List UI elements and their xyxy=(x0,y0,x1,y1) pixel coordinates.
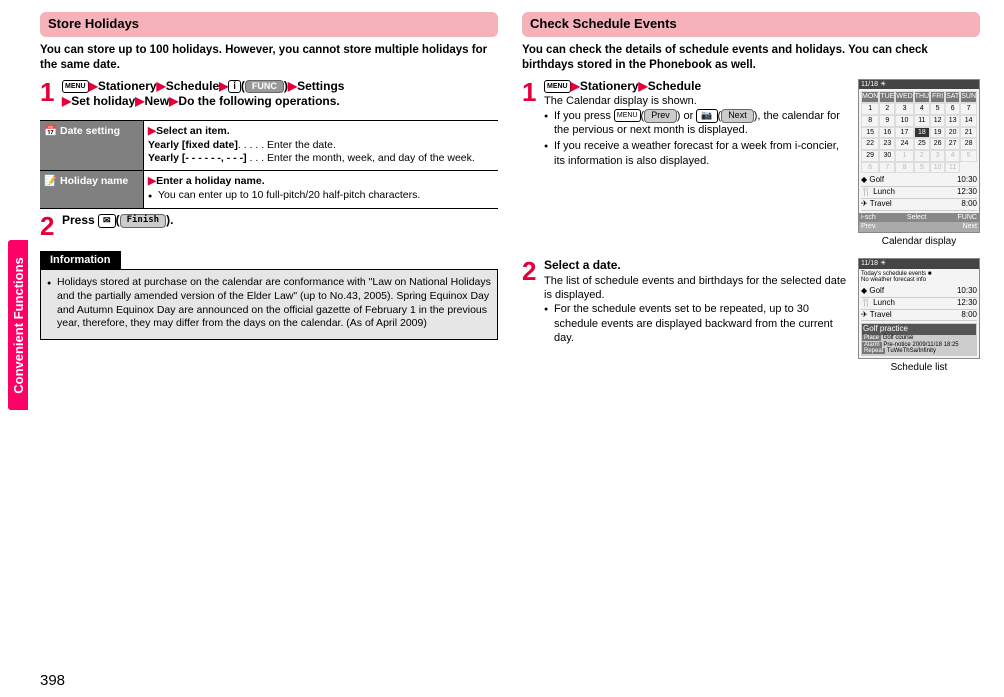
step-number: 2 xyxy=(40,213,58,239)
holiday-name-value: ▶Enter a holiday name. You can enter up … xyxy=(144,170,499,208)
step-1-body: MENU▶Stationery▶Schedule The Calendar di… xyxy=(544,79,850,170)
date-setting-label: 📅 Date setting xyxy=(40,120,144,170)
step-1: 1 MENU▶Stationery▶Schedule The Calendar … xyxy=(522,79,850,170)
arrow-icon: ▶ xyxy=(639,79,648,93)
side-tab: Convenient Functions xyxy=(8,240,28,410)
calendar-screenshot-wrapper: 11/18 ☀ MONTUEWEDTHUFRISATSUN12345678910… xyxy=(858,79,980,248)
intro-text: You can store up to 100 holidays. Howeve… xyxy=(40,43,498,73)
camera-icon: 📷 xyxy=(696,109,717,123)
menu-icon: MENU xyxy=(614,109,641,122)
arrow-icon: ▶ xyxy=(148,175,156,187)
menu-icon: MENU xyxy=(62,80,89,93)
date-setting-value: ▶Select an item. Yearly [fixed date]. . … xyxy=(144,120,499,170)
section-header-store-holidays: Store Holidays xyxy=(40,12,498,37)
arrow-icon: ▶ xyxy=(157,79,166,93)
step-2: 2 Select a date. The list of schedule ev… xyxy=(522,258,850,347)
calendar-screenshot: 11/18 ☀ MONTUEWEDTHUFRISATSUN12345678910… xyxy=(858,79,980,233)
intro-text: You can check the details of schedule ev… xyxy=(522,43,980,73)
menu-icon: MENU xyxy=(544,80,571,93)
step-number: 2 xyxy=(522,258,540,347)
finish-button-icon: Finish xyxy=(120,214,167,228)
settings-table: 📅 Date setting ▶Select an item. Yearly [… xyxy=(40,120,498,209)
side-tab-label: Convenient Functions xyxy=(11,257,26,394)
func-button-icon: FUNC xyxy=(245,80,284,94)
step-1: 1 MENU▶Stationery▶Schedule▶i̊(FUNC)▶Sett… xyxy=(40,79,498,110)
prev-button-icon: Prev xyxy=(644,109,677,123)
left-column: Store Holidays You can store up to 100 h… xyxy=(40,12,498,652)
holiday-name-label: 📝 Holiday name xyxy=(40,170,144,208)
section-header-check-schedule: Check Schedule Events xyxy=(522,12,980,37)
schedule-list-screenshot: 11/18 ☀ Today's schedule events ■ No wea… xyxy=(858,258,980,359)
step-2-body: Press ✉(Finish). xyxy=(62,213,498,239)
next-button-icon: Next xyxy=(721,109,754,123)
right-column: Check Schedule Events You can check the … xyxy=(522,12,980,652)
step-number: 1 xyxy=(522,79,540,170)
schedule-list-caption: Schedule list xyxy=(858,361,980,374)
step-1-body: MENU▶Stationery▶Schedule▶i̊(FUNC)▶Settin… xyxy=(62,79,498,110)
step-2-body: Select a date. The list of schedule even… xyxy=(544,258,850,347)
arrow-icon: ▶ xyxy=(89,79,98,93)
mail-icon: ✉ xyxy=(98,214,116,228)
arrow-icon: ▶ xyxy=(62,94,71,108)
arrow-icon: ▶ xyxy=(571,79,580,93)
step-number: 1 xyxy=(40,79,58,110)
information-header: Information xyxy=(40,251,121,269)
page-number: 398 xyxy=(40,672,65,689)
bullet: If you receive a weather forecast for a … xyxy=(544,139,850,168)
step-2: 2 Press ✉(Finish). xyxy=(40,213,498,239)
arrow-icon: ▶ xyxy=(148,125,156,137)
calendar-caption: Calendar display xyxy=(858,235,980,248)
schedule-list-screenshot-wrapper: 11/18 ☀ Today's schedule events ■ No wea… xyxy=(858,258,980,374)
bullet: If you press MENU(Prev) or 📷(Next), the … xyxy=(544,109,850,138)
arrow-icon: ▶ xyxy=(219,79,228,93)
arrow-icon: ▶ xyxy=(288,79,297,93)
information-body: Holidays stored at purchase on the calen… xyxy=(40,269,498,340)
ir-icon: i̊ xyxy=(228,80,241,94)
information-block: Information Holidays stored at purchase … xyxy=(40,251,498,340)
